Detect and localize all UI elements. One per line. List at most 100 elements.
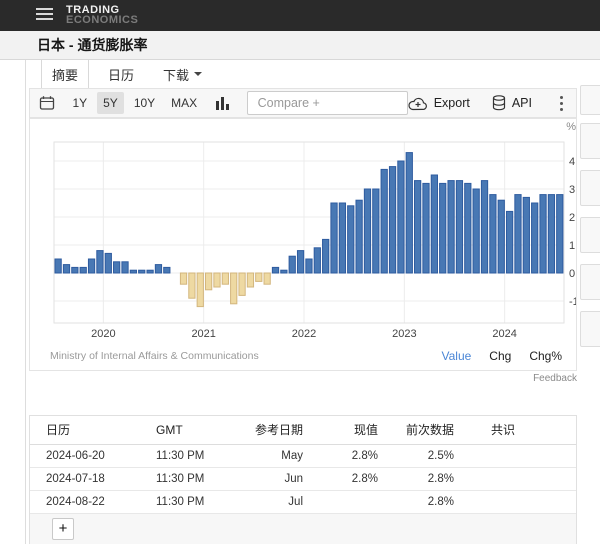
column-header: 现值 <box>303 416 378 444</box>
bar-2021-05 <box>239 273 245 295</box>
cutoff-panel-item <box>580 311 600 347</box>
table-cell: 2.5% <box>378 444 454 467</box>
bar-2023-06 <box>448 181 454 273</box>
calendar-button[interactable] <box>37 92 56 114</box>
compare-input[interactable]: Compare + <box>247 91 408 115</box>
range-buttons: 1Y5Y10YMAX <box>64 92 205 114</box>
bar-2021-07 <box>256 273 262 281</box>
tab-label: 摘要 <box>52 65 78 84</box>
bar-2022-12 <box>398 161 404 273</box>
bar-2020-03 <box>122 262 128 273</box>
export-label: Export <box>434 96 470 110</box>
table-cell: 2024-08-22 <box>30 490 156 513</box>
table-cell <box>454 490 576 513</box>
bar-2023-07 <box>456 181 462 273</box>
svg-text:2021: 2021 <box>191 328 215 340</box>
column-header: GMT <box>156 416 234 444</box>
bar-2021-08 <box>264 273 270 284</box>
tab-label: 日历 <box>108 65 134 84</box>
cutoff-panel-item <box>580 85 600 115</box>
bar-2023-08 <box>465 183 471 273</box>
bar-2023-09 <box>473 189 479 273</box>
tab-日历[interactable]: 日历 <box>98 60 144 88</box>
table-cell: 11:30 PM <box>156 444 234 467</box>
export-cloud-icon <box>408 96 428 111</box>
table-row[interactable]: 2024-07-1811:30 PMJun2.8%2.8% <box>30 467 576 490</box>
view-chgpct-button[interactable]: Chg% <box>529 349 562 363</box>
range-10y-button[interactable]: 10Y <box>128 92 161 114</box>
brand-line2: ECONOMICS <box>66 15 138 25</box>
bar-2022-11 <box>389 167 395 273</box>
cutoff-panel-item <box>580 264 600 300</box>
view-chg-button[interactable]: Chg <box>489 349 511 363</box>
bar-2022-06 <box>348 206 354 273</box>
tab-下载[interactable]: 下载 <box>153 60 212 88</box>
table-cell <box>454 444 576 467</box>
bar-2021-11 <box>289 256 295 273</box>
bar-2021-03 <box>222 273 228 284</box>
svg-text:2022: 2022 <box>292 328 316 340</box>
tab-bar: 摘要 日历 下载 <box>26 60 212 88</box>
menu-icon[interactable] <box>36 8 53 22</box>
cutoff-panel-item <box>580 170 600 206</box>
api-button[interactable]: API <box>492 95 532 111</box>
bar-2024-04 <box>532 203 538 273</box>
range-5y-button[interactable]: 5Y <box>97 92 124 114</box>
table-cell: Jul <box>234 490 303 513</box>
more-options-icon[interactable] <box>554 94 568 112</box>
inflation-bar-chart[interactable]: -10123420202021202220232024% <box>30 119 576 347</box>
feedback-link[interactable]: Feedback <box>29 373 577 384</box>
bar-2022-10 <box>381 169 387 273</box>
table-row[interactable]: 2024-08-2211:30 PMJul 2.8% <box>30 490 576 513</box>
brand-logo[interactable]: TRADING ECONOMICS <box>66 5 138 25</box>
svg-text:0: 0 <box>569 268 575 280</box>
chart-source: Ministry of Internal Affairs & Communica… <box>50 350 259 362</box>
bar-2019-11 <box>88 259 94 273</box>
column-header: 参考日期 <box>234 416 303 444</box>
table-cell: 11:30 PM <box>156 467 234 490</box>
svg-text:-1: -1 <box>569 296 576 308</box>
bar-2019-12 <box>97 251 103 273</box>
table-cell: 11:30 PM <box>156 490 234 513</box>
table-cell <box>454 467 576 490</box>
calendar-table-header: 日历GMT参考日期现值前次数据共识 <box>30 416 576 444</box>
table-cell: 2.8% <box>378 467 454 490</box>
range-max-button[interactable]: MAX <box>165 92 203 114</box>
cutoff-panel-item <box>580 217 600 253</box>
calendar-table-card: 日历GMT参考日期现值前次数据共识 2024-06-2011:30 PMMay2… <box>29 415 577 544</box>
cutoff-right-rail <box>580 85 600 544</box>
bar-2020-11 <box>189 273 195 298</box>
svg-text:2020: 2020 <box>91 328 115 340</box>
svg-text:3: 3 <box>569 184 575 196</box>
view-value-button[interactable]: Value <box>441 349 471 363</box>
chart-footer: Ministry of Internal Affairs & Communica… <box>50 349 562 363</box>
bar-2021-06 <box>247 273 253 287</box>
chart-toolbar: 1Y5Y10YMAX Compare + Export <box>29 88 577 118</box>
bar-2019-07 <box>55 259 61 273</box>
add-event-button[interactable]: + <box>52 518 74 540</box>
bar-2021-10 <box>281 270 287 273</box>
bar-2022-09 <box>373 189 379 273</box>
range-1y-button[interactable]: 1Y <box>66 92 93 114</box>
app-header: TRADING ECONOMICS <box>0 0 600 31</box>
svg-text:%: % <box>566 121 576 133</box>
chevron-down-icon <box>194 72 202 76</box>
tab-label: 下载 <box>163 65 189 84</box>
bar-2020-07 <box>155 265 161 273</box>
toolbar-right: Export API <box>408 94 576 112</box>
bar-2021-12 <box>297 251 303 273</box>
export-button[interactable]: Export <box>408 96 470 111</box>
table-cell: 2024-07-18 <box>30 467 156 490</box>
column-header: 前次数据 <box>378 416 454 444</box>
chart-view-switcher: Value Chg Chg% <box>423 349 562 363</box>
chart-type-button[interactable] <box>213 92 232 114</box>
table-cell <box>303 490 378 513</box>
bar-2021-09 <box>272 267 278 273</box>
bar-2022-03 <box>323 239 329 273</box>
table-row[interactable]: 2024-06-2011:30 PMMay2.8%2.5% <box>30 444 576 467</box>
tab-摘要[interactable]: 摘要 <box>41 60 89 88</box>
bar-2023-05 <box>440 183 446 273</box>
bar-2019-09 <box>72 267 78 273</box>
table-cell: 2.8% <box>378 490 454 513</box>
api-label: API <box>512 96 532 110</box>
